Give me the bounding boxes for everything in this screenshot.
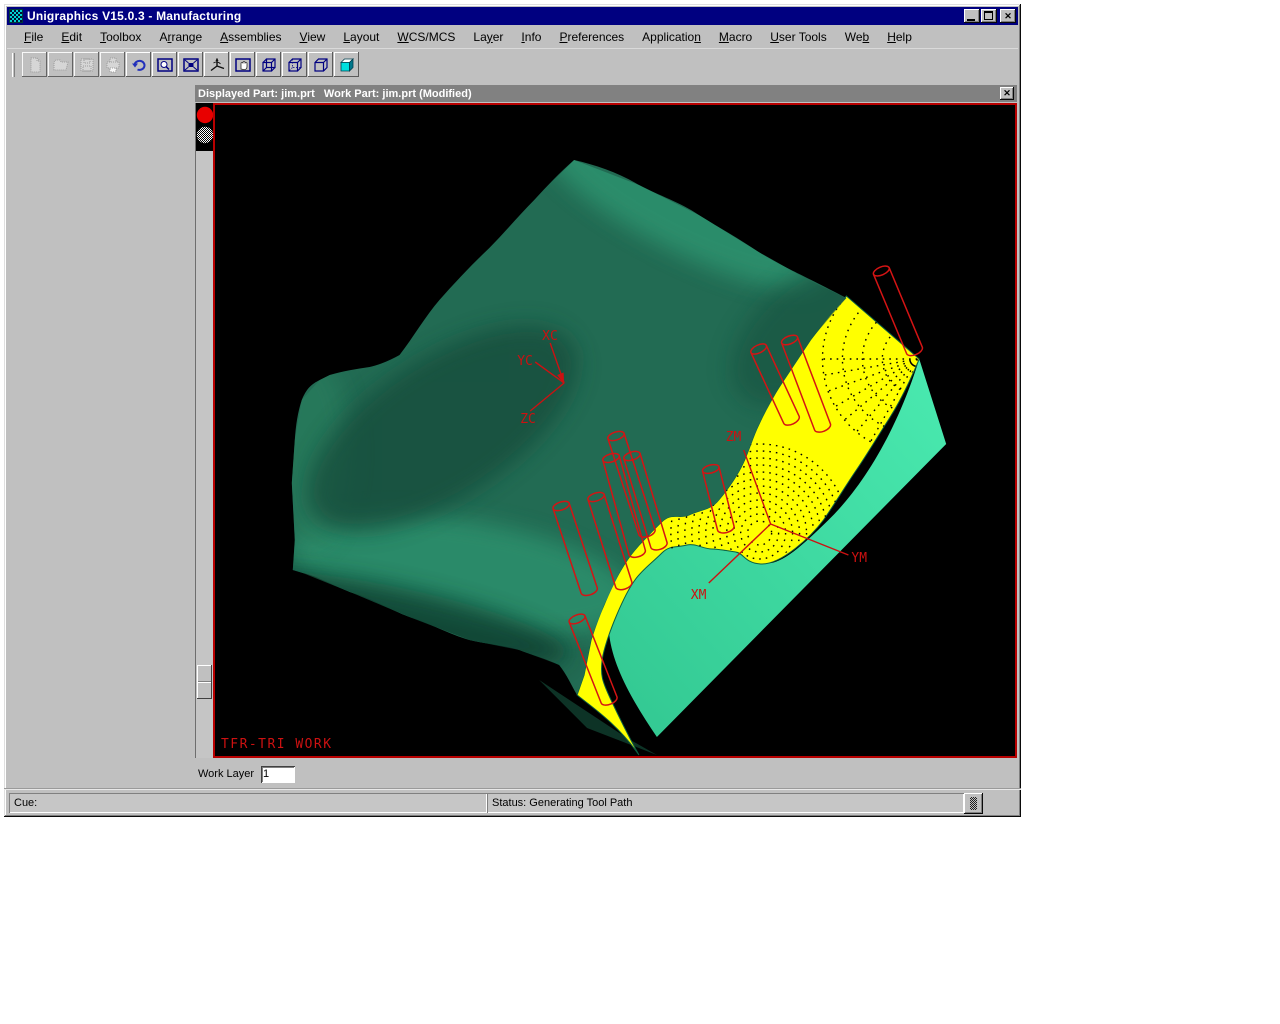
application-window: Unigraphics V15.0.3 - Manufacturing ✕ Fi… bbox=[4, 4, 1021, 817]
cue-text: Cue: bbox=[14, 797, 37, 809]
hidden-edge-view-button[interactable] bbox=[282, 52, 307, 77]
shaded-view-icon bbox=[338, 56, 356, 74]
fit-view-icon bbox=[182, 56, 200, 74]
menu-item-view[interactable]: View bbox=[291, 28, 335, 46]
zoom-view-button[interactable] bbox=[152, 52, 177, 77]
csys-orient-icon bbox=[208, 56, 226, 74]
menu-item-toolbox[interactable]: Toolbox bbox=[91, 28, 150, 46]
menu-item-edit[interactable]: Edit bbox=[52, 28, 91, 46]
status-field: Status: Generating Tool Path bbox=[487, 793, 964, 813]
strip-scrollbar-thumb[interactable] bbox=[197, 665, 212, 699]
shaded-view-button[interactable] bbox=[334, 52, 359, 77]
cue-field: Cue: bbox=[9, 793, 487, 813]
undo-icon bbox=[130, 56, 148, 74]
menu-item-macro[interactable]: Macro bbox=[710, 28, 761, 46]
open-part-button[interactable] bbox=[48, 52, 73, 77]
interrupt-button[interactable] bbox=[964, 793, 983, 814]
solid-view-icon bbox=[312, 56, 330, 74]
work-layer-label: Work Layer bbox=[198, 768, 254, 780]
new-part-icon bbox=[26, 56, 44, 74]
menu-item-info[interactable]: Info bbox=[512, 28, 550, 46]
menu-item-web[interactable]: Web bbox=[836, 28, 878, 46]
window-title: Unigraphics V15.0.3 - Manufacturing bbox=[27, 9, 241, 23]
minimize-icon bbox=[967, 19, 975, 21]
solid-view-button[interactable] bbox=[308, 52, 333, 77]
graphics-window-title: Displayed Part: jim.prt Work Part: jim.p… bbox=[198, 88, 472, 100]
menu-item-user-tools[interactable]: User Tools bbox=[761, 28, 835, 46]
app-logo-icon[interactable] bbox=[9, 9, 23, 23]
undo-button[interactable] bbox=[126, 52, 151, 77]
mcs-xm-label: XM bbox=[691, 588, 707, 603]
maximize-icon bbox=[984, 11, 993, 20]
wcs-yc-label: YC bbox=[517, 354, 533, 369]
menu-item-wcs-mcs[interactable]: WCS/MCS bbox=[388, 28, 464, 46]
work-layer-input[interactable] bbox=[261, 766, 295, 783]
graphics-close-button[interactable]: ✕ bbox=[1000, 87, 1014, 100]
save-part-button[interactable] bbox=[74, 52, 99, 77]
menu-item-arrange[interactable]: Arrange bbox=[150, 28, 211, 46]
work-layer-row: Work Layer bbox=[198, 764, 295, 784]
pan-view-icon bbox=[234, 56, 252, 74]
viewport-3d-scene[interactable]: XC YC ZC ZM YM XM TFR-TRI WORK bbox=[213, 103, 1017, 758]
mcs-ym-label: YM bbox=[851, 551, 867, 566]
mcs-zm-label: ZM bbox=[726, 430, 742, 445]
fit-view-button[interactable] bbox=[178, 52, 203, 77]
dither-light-icon[interactable] bbox=[197, 127, 213, 143]
menu-item-layout[interactable]: Layout bbox=[334, 28, 388, 46]
menu-bar: FileEditToolboxArrangeAssembliesViewLayo… bbox=[7, 26, 1018, 47]
status-text: Status: Generating Tool Path bbox=[492, 797, 632, 809]
graphics-close-icon: ✕ bbox=[1003, 88, 1011, 99]
hidden-edge-view-icon bbox=[286, 56, 304, 74]
stop-light-red-icon[interactable] bbox=[197, 107, 213, 123]
print-button[interactable] bbox=[100, 52, 125, 77]
close-icon: ✕ bbox=[1004, 11, 1012, 22]
interrupt-lights bbox=[196, 103, 214, 151]
title-bar: Unigraphics V15.0.3 - Manufacturing ✕ bbox=[7, 7, 1018, 25]
interrupt-icon bbox=[970, 797, 977, 810]
toolbar-grip-icon[interactable] bbox=[12, 53, 15, 77]
wireframe-view-button[interactable] bbox=[256, 52, 281, 77]
save-part-icon bbox=[78, 56, 96, 74]
close-button[interactable]: ✕ bbox=[1000, 9, 1016, 23]
menu-item-preferences[interactable]: Preferences bbox=[550, 28, 633, 46]
minimize-button[interactable] bbox=[964, 9, 980, 23]
menu-item-file[interactable]: File bbox=[15, 28, 52, 46]
viewport-side-strip bbox=[195, 103, 213, 758]
new-part-button[interactable] bbox=[22, 52, 47, 77]
zoom-view-icon bbox=[156, 56, 174, 74]
menu-item-assemblies[interactable]: Assemblies bbox=[211, 28, 290, 46]
csys-orient-button[interactable] bbox=[204, 52, 229, 77]
status-bar: Cue: Status: Generating Tool Path bbox=[4, 788, 1021, 817]
wcs-xc-label: XC bbox=[542, 329, 558, 344]
open-part-icon bbox=[52, 56, 70, 74]
pan-view-button[interactable] bbox=[230, 52, 255, 77]
graphics-window-titlebar[interactable]: Displayed Part: jim.prt Work Part: jim.p… bbox=[195, 85, 1017, 102]
wcs-zc-label: ZC bbox=[520, 412, 536, 427]
toolbar bbox=[7, 48, 1018, 80]
wireframe-view-icon bbox=[260, 56, 278, 74]
print-icon bbox=[104, 56, 122, 74]
menu-item-layer[interactable]: Layer bbox=[464, 28, 512, 46]
menu-item-help[interactable]: Help bbox=[878, 28, 921, 46]
view-name-label: TFR-TRI WORK bbox=[221, 737, 333, 752]
maximize-button[interactable] bbox=[981, 9, 997, 23]
menu-item-application[interactable]: Application bbox=[633, 28, 710, 46]
